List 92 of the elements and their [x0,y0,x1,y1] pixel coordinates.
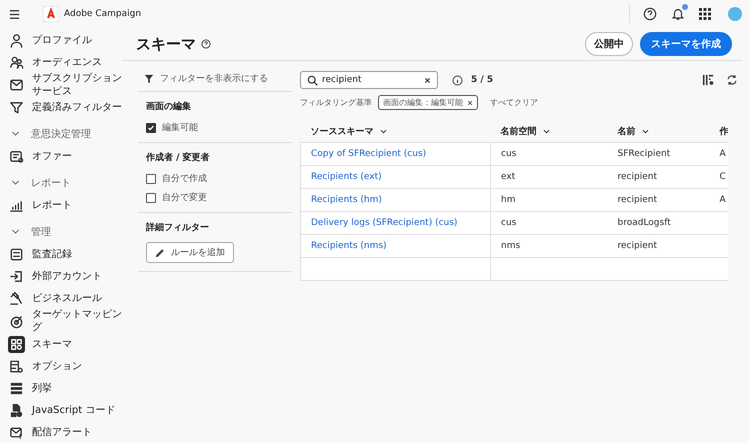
schema-icon [9,336,24,352]
search-field[interactable]: recipient [300,71,438,89]
filter-checkbox[interactable]: 編集可能 [146,121,284,134]
sidebar-item[interactable]: 列挙 [0,377,122,399]
column-header: 作 [720,126,728,138]
hide-filters-button[interactable]: フィルターを非表示にする [138,69,276,91]
sidebar-item[interactable]: オファー [0,146,122,168]
menu-icon [8,8,21,20]
help-icon [643,7,657,21]
notifications-button[interactable] [669,5,687,23]
sidebar-item[interactable]: ビジネスルール [0,288,122,310]
info-icon [452,74,463,86]
sidebar-item[interactable]: プロファイル [0,29,122,51]
bell-icon [671,7,685,21]
table-cell: cus [501,218,516,228]
columns-icon [702,74,714,86]
help-button[interactable] [641,5,659,23]
sidebar-item[interactable]: サブスクリプションサービス [0,73,122,96]
gavel-icon [9,291,24,306]
person-icon [9,32,24,48]
envelope-icon [9,77,24,92]
table-cell: recipient [618,172,657,182]
code-file-icon [9,402,24,418]
pencil-icon [155,248,165,258]
filter-checkbox[interactable]: 自分で変更 [146,191,284,204]
table-cell: hm [501,195,516,205]
sidebar-item[interactable]: ターゲットマッピング [0,310,122,333]
column-header[interactable]: 名前空間 [500,124,550,138]
filter-group-title: 画面の編集 [146,100,192,113]
column-header[interactable]: ソーススキーマ [310,124,388,138]
schema-link[interactable]: Recipients (nms) [311,241,387,251]
funnel-icon [144,74,154,84]
bar-chart-icon [9,198,24,213]
table-cell: C [720,172,726,182]
envelope-alert-icon [9,424,24,440]
table-cell: SFRecipient [618,149,670,159]
target-icon [9,314,24,329]
clear-all-link[interactable]: すべてクリア [484,97,538,108]
people-icon [9,54,24,70]
filter-group-title: 詳細フィルター [146,221,210,234]
offer-icon [9,149,24,164]
sidebar-section[interactable]: レポート [0,168,122,194]
sidebar-item[interactable]: 外部アカウント [0,266,122,288]
column-header[interactable]: 名前 [618,124,650,138]
filter-group-title: 作成者 / 変更者 [146,151,211,164]
check-icon [147,124,155,132]
filter-label: フィルタリング基準 [300,97,372,108]
sidebar-item[interactable]: 配信アラート [0,421,122,443]
result-count: 5 / 5 [471,75,494,85]
search-icon [307,74,318,86]
add-rule-button[interactable]: ルールを追加 [146,242,234,263]
sidebar-section[interactable]: 管理 [0,216,122,244]
filter-checkbox[interactable]: 自分で作成 [146,172,284,185]
funnel-icon [9,100,24,115]
table-cell: nms [501,241,520,251]
sidebar-item[interactable]: スキーマ [0,333,122,355]
schema-link[interactable]: Recipients (ext) [311,172,382,182]
sign-in-icon [9,269,24,284]
refresh-button[interactable] [726,74,738,86]
sidebar-item[interactable]: 定義済みフィルター [0,96,122,118]
filter-tag[interactable]: 画面の編集：編集可能 [378,95,478,110]
options-icon [9,358,24,374]
log-icon [9,247,24,262]
table-cell: broadLogsft [618,218,671,228]
app-name: Adobe Campaign [64,9,142,19]
table-cell: ext [501,172,516,182]
sidebar-item[interactable]: レポート [0,194,122,216]
grid-icon [699,8,711,20]
sidebar-section[interactable]: 意思決定管理 [0,118,122,146]
refresh-icon [726,74,738,86]
sidebar-item[interactable]: JavaScript コード [0,399,122,421]
clear-search-button[interactable] [424,76,431,84]
menu-button[interactable] [8,8,21,20]
close-icon [424,76,431,84]
schema-link[interactable]: Recipients (hm) [311,195,382,205]
table-cell: A [720,149,726,159]
create-button[interactable]: スキーマを作成 [640,32,732,56]
page-title: スキーマ [136,34,196,54]
close-icon [467,100,473,106]
help-icon [201,39,211,49]
columns-button[interactable] [702,74,714,86]
table-cell: recipient [618,195,657,205]
table-cell: cus [501,149,516,159]
list-icon [9,380,24,396]
sidebar-item[interactable]: オプション [0,355,122,377]
apps-button[interactable] [697,6,713,22]
sidebar-item[interactable]: オーディエンス [0,51,122,73]
sidebar-item[interactable]: 監査記録 [0,244,122,266]
table-cell: recipient [618,241,657,251]
logo-icon [43,6,59,22]
table-cell: A [720,195,726,205]
status-button[interactable]: 公開中 [585,32,633,56]
